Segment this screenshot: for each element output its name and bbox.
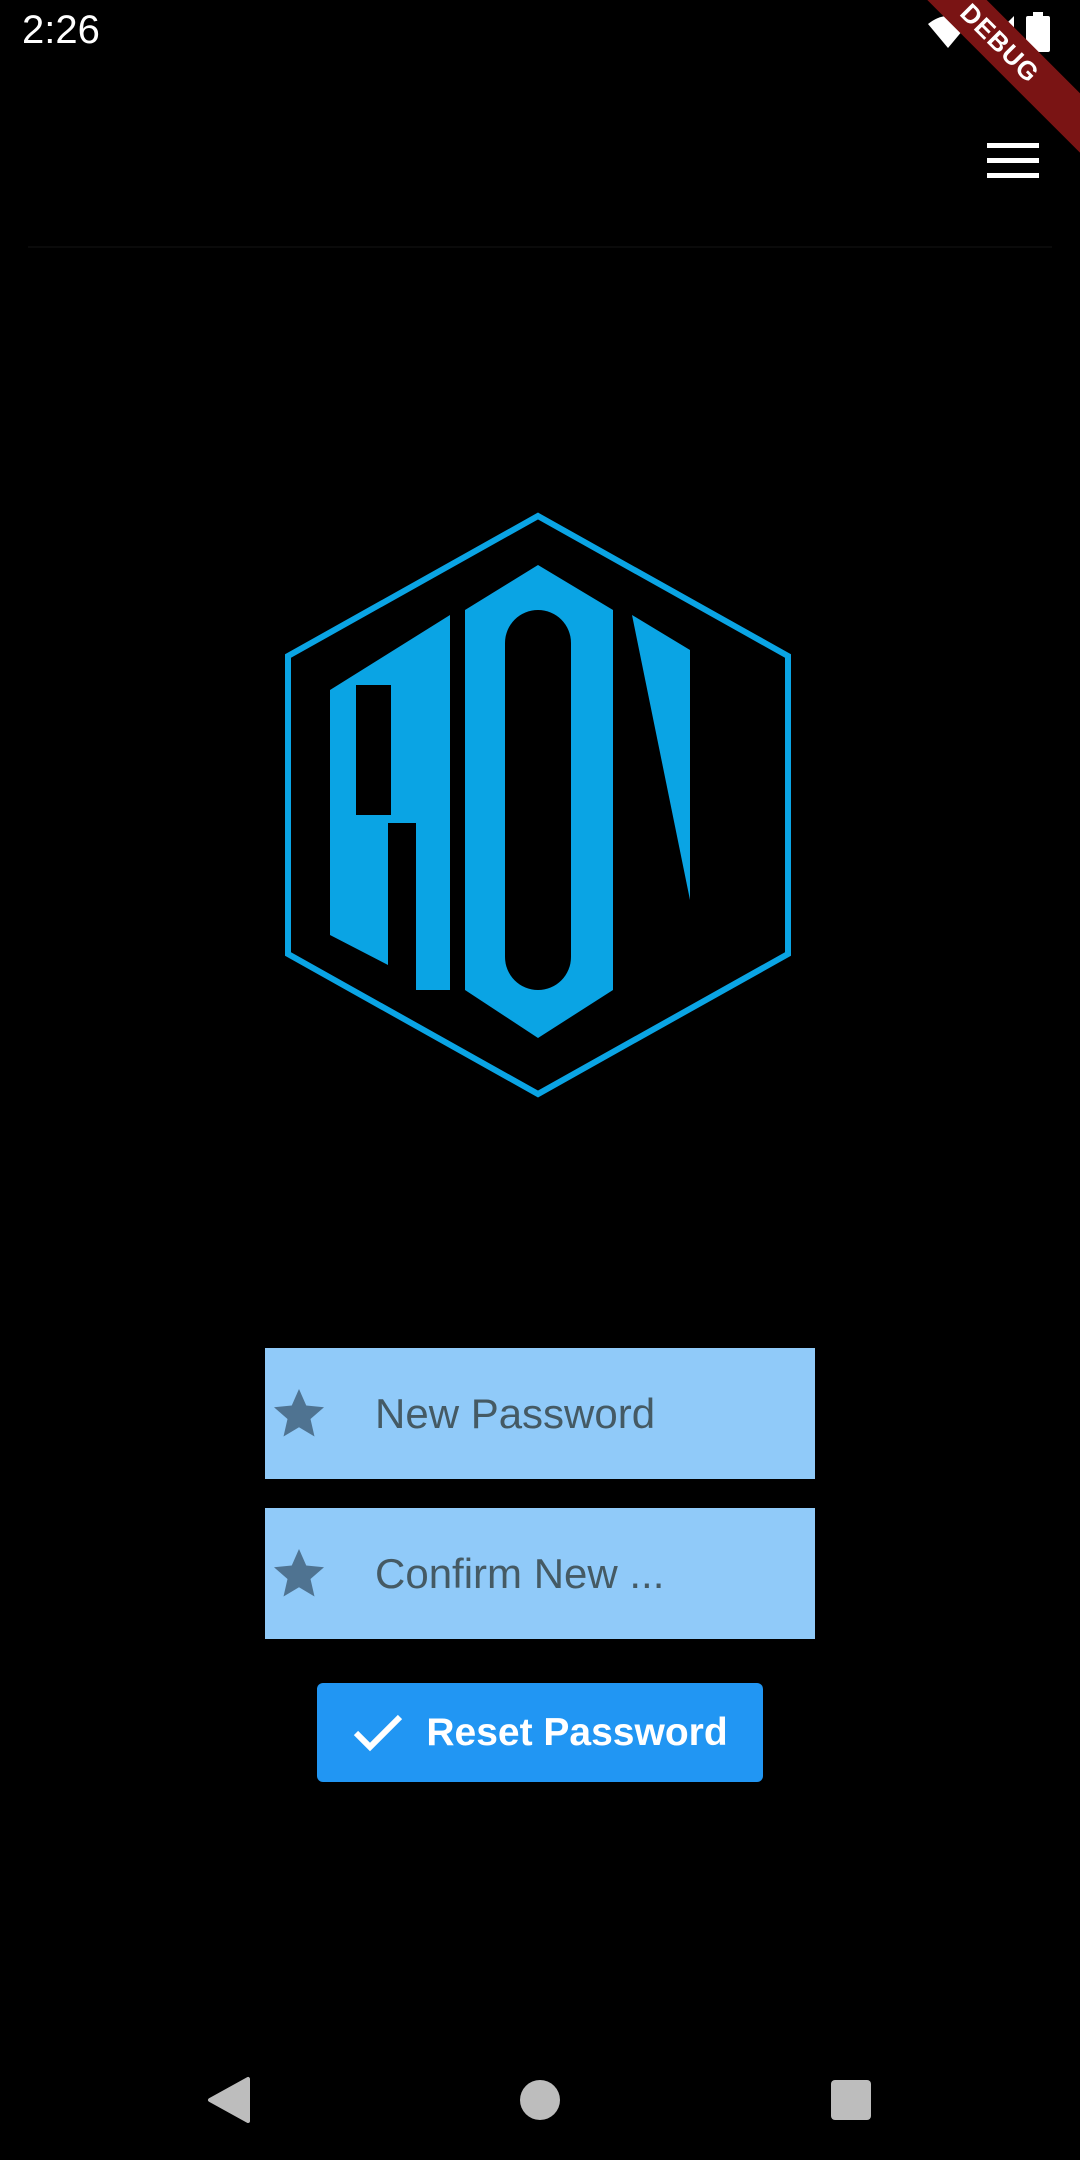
star-icon	[274, 1549, 324, 1597]
new-password-field[interactable]	[265, 1348, 815, 1479]
reset-password-label: Reset Password	[426, 1710, 728, 1754]
status-time: 2:26	[22, 8, 100, 52]
confirm-password-field[interactable]	[265, 1508, 815, 1639]
nav-home-button[interactable]	[500, 2060, 580, 2140]
adu-logo	[280, 510, 800, 1100]
recents-icon	[831, 2080, 871, 2120]
nav-back-button[interactable]	[188, 2060, 268, 2140]
app-bar-divider	[28, 246, 1052, 248]
back-icon	[208, 2077, 250, 2123]
nav-recents-button[interactable]	[811, 2060, 891, 2140]
check-icon	[354, 1714, 403, 1751]
star-icon	[274, 1389, 324, 1437]
hamburger-menu-icon	[987, 143, 1039, 178]
logo-graphic	[285, 512, 791, 1098]
new-password-input[interactable]	[375, 1348, 785, 1479]
status-bar: 2:26	[0, 0, 1080, 66]
reset-password-button[interactable]: Reset Password	[317, 1683, 763, 1782]
home-icon	[520, 2080, 560, 2120]
system-nav-bar	[0, 2040, 1080, 2160]
menu-button[interactable]	[968, 116, 1058, 206]
confirm-password-input[interactable]	[375, 1508, 785, 1639]
